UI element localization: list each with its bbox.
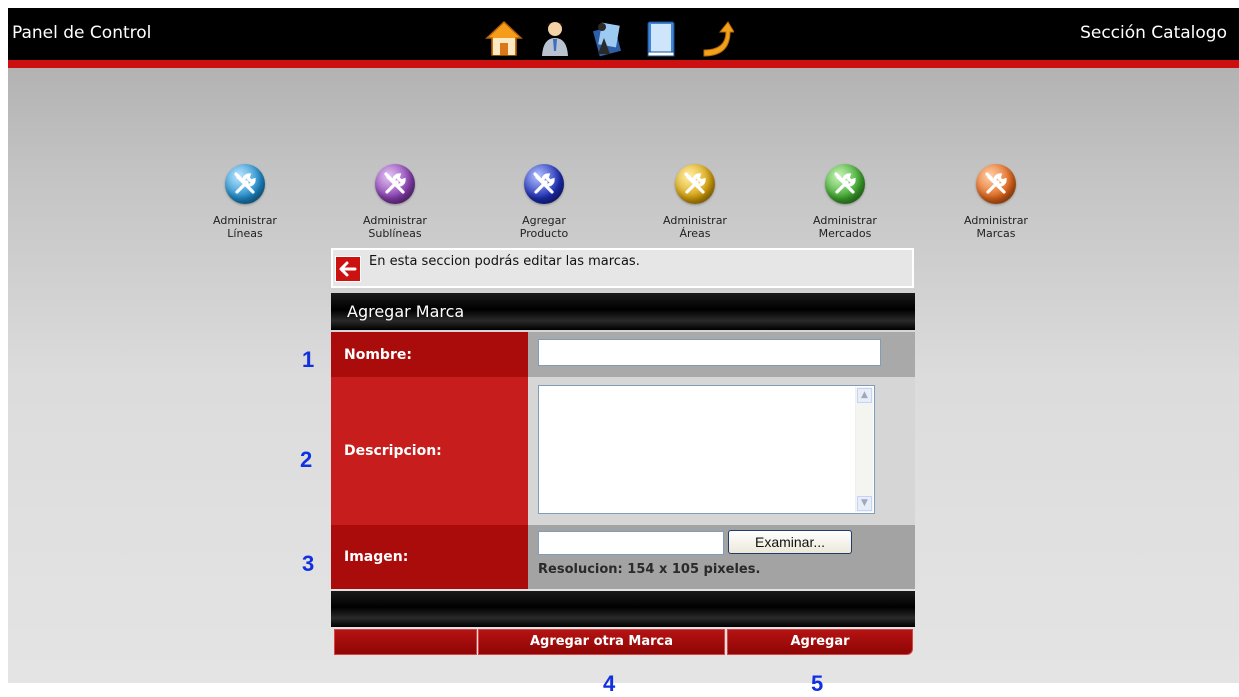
app-title: Panel de Control — [12, 23, 152, 43]
marker-2: 2 — [300, 447, 313, 472]
form-footer — [331, 591, 915, 627]
marker-3: 3 — [302, 551, 315, 576]
marker-1: 1 — [302, 347, 315, 372]
wrench-icon — [524, 164, 564, 204]
home-icon[interactable] — [485, 18, 523, 58]
back-arrow-icon[interactable] — [335, 256, 361, 282]
admin-mercados-label: Administrar Mercados — [813, 214, 877, 240]
add-button[interactable]: Agregar — [727, 629, 913, 655]
scroll-up-icon[interactable]: ▲ — [857, 388, 872, 403]
descripcion-textarea[interactable]: ▲ ▼ — [538, 385, 875, 514]
exit-icon[interactable] — [696, 18, 735, 58]
descripcion-field-cell: ▲ ▼ — [528, 377, 915, 525]
form-title: Agregar Marca — [347, 302, 465, 321]
nombre-input[interactable] — [538, 339, 881, 366]
top-bar: Panel de Control Sección Catalogo — [8, 8, 1239, 68]
browse-button[interactable]: Examinar... — [728, 530, 852, 554]
add-other-brand-button[interactable]: Agregar otra Marca — [478, 629, 725, 655]
blank-action-button[interactable] — [334, 629, 477, 655]
form-header: Agregar Marca — [331, 293, 915, 330]
book-icon[interactable] — [642, 18, 680, 58]
app-frame: Panel de Control Sección Catalogo Admini… — [8, 8, 1239, 683]
user-icon[interactable] — [536, 18, 574, 58]
wrench-icon — [225, 164, 265, 204]
info-box: En esta seccion podrás editar las marcas… — [331, 248, 914, 288]
admin-lineas-link[interactable]: Administrar Líneas — [190, 164, 300, 240]
imagen-file-input[interactable] — [538, 531, 724, 555]
descripcion-scrollbar[interactable]: ▲ ▼ — [855, 387, 873, 512]
admin-marcas-link[interactable]: Administrar Marcas — [941, 164, 1051, 240]
admin-sublineas-link[interactable]: Administrar Sublíneas — [340, 164, 450, 240]
info-text: En esta seccion podrás editar las marcas… — [369, 254, 640, 269]
admin-lineas-label: Administrar Líneas — [213, 214, 277, 240]
marker-4: 4 — [603, 671, 616, 696]
marker-5: 5 — [811, 671, 824, 696]
resolution-hint: Resolucion: 154 x 105 pixeles. — [538, 562, 761, 577]
admin-mercados-link[interactable]: Administrar Mercados — [790, 164, 900, 240]
imagen-label: Imagen: — [331, 525, 528, 589]
wrench-icon — [675, 164, 715, 204]
imagen-row: Imagen: Examinar... Resolucion: 154 x 10… — [331, 525, 915, 589]
admin-areas-label: Administrar Áreas — [663, 214, 727, 240]
descripcion-row: Descripcion: ▲ ▼ — [331, 377, 915, 525]
nombre-label: Nombre: — [331, 332, 528, 377]
nombre-field-cell — [528, 332, 915, 377]
scroll-down-icon[interactable]: ▼ — [857, 496, 872, 511]
imagen-field-cell: Examinar... Resolucion: 154 x 105 pixele… — [528, 525, 915, 589]
catalog-icon[interactable] — [588, 18, 626, 58]
admin-sublineas-label: Administrar Sublíneas — [363, 214, 427, 240]
wrench-icon — [375, 164, 415, 204]
agregar-producto-link[interactable]: Agregar Producto — [489, 164, 599, 240]
admin-areas-link[interactable]: Administrar Áreas — [640, 164, 750, 240]
wrench-icon — [825, 164, 865, 204]
nombre-row: Nombre: — [331, 332, 915, 377]
section-title: Sección Catalogo — [1080, 23, 1227, 43]
agregar-producto-label: Agregar Producto — [519, 214, 569, 240]
descripcion-label: Descripcion: — [331, 377, 528, 525]
wrench-icon — [976, 164, 1016, 204]
admin-marcas-label: Administrar Marcas — [964, 214, 1028, 240]
